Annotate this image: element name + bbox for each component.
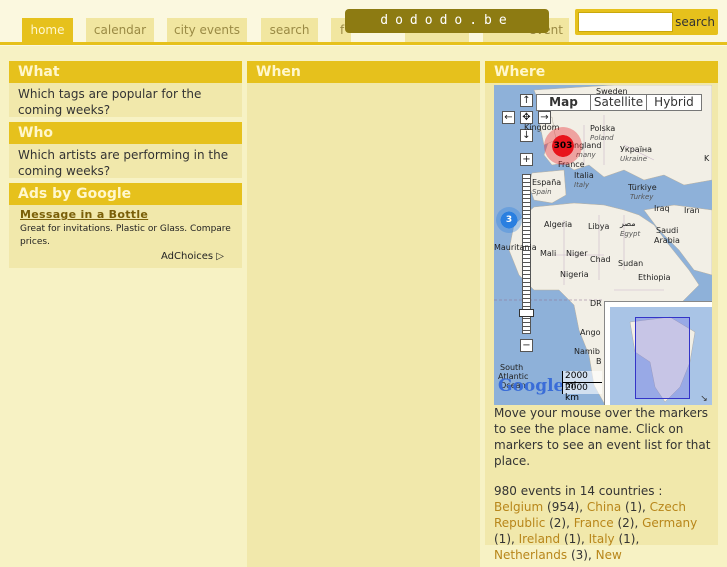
country-summary: 980 events in 14 countries : Belgium (95… bbox=[494, 483, 712, 563]
search-input[interactable] bbox=[578, 12, 673, 32]
map-label: Turkey bbox=[630, 193, 654, 201]
map-label: Iran bbox=[684, 206, 700, 215]
country-link-new[interactable]: New bbox=[596, 548, 622, 562]
left-column: What Which tags are popular for the comi… bbox=[9, 61, 242, 268]
map-label: مصر bbox=[620, 219, 636, 228]
map-label: Namib bbox=[574, 347, 600, 356]
zoom-out-icon[interactable]: − bbox=[520, 339, 533, 352]
map-label: Egypt bbox=[620, 230, 641, 238]
who-link[interactable]: Which artists are performing in the comi… bbox=[9, 144, 242, 178]
country-count: (3), bbox=[567, 548, 596, 562]
event-cluster-marker[interactable]: 303 bbox=[544, 127, 582, 165]
tab-home[interactable]: home bbox=[22, 18, 73, 43]
nav-underline bbox=[0, 42, 727, 45]
ad-text: Great for invitations. Plastic or Glass.… bbox=[20, 224, 231, 247]
zoom-slider-handle[interactable] bbox=[519, 309, 534, 317]
map-label: DR bbox=[590, 299, 602, 308]
google-logo: Google bbox=[498, 376, 565, 396]
maptype-hybrid-button[interactable]: Hybrid bbox=[646, 94, 702, 111]
adchoices-link[interactable]: AdChoices ▷ bbox=[161, 251, 224, 262]
country-count: (2), bbox=[613, 516, 643, 530]
map-label: Mauritania bbox=[494, 243, 537, 252]
country-count: (2), bbox=[545, 516, 574, 530]
site-logo[interactable]: dododo.be bbox=[345, 9, 549, 33]
ads-heading: Ads by Google bbox=[9, 183, 242, 205]
search-button[interactable]: search bbox=[674, 12, 716, 32]
scale-miles: 2000 mi bbox=[562, 371, 602, 391]
what-heading: What bbox=[9, 61, 242, 83]
map-label: Polska bbox=[590, 124, 616, 133]
country-link-ireland[interactable]: Ireland bbox=[519, 532, 561, 546]
country-count: (1), bbox=[560, 532, 589, 546]
map-label: Chad bbox=[590, 255, 611, 264]
tab-city-events[interactable]: city events bbox=[167, 18, 247, 43]
when-panel bbox=[247, 83, 480, 567]
where-description: Move your mouse over the markers to see … bbox=[494, 405, 712, 563]
map-label: Türkiye bbox=[628, 183, 657, 192]
map-label: Ukraine bbox=[620, 155, 648, 163]
scale-km: 2000 km bbox=[562, 383, 602, 403]
ad-block: Message in a Bottle Great for invitation… bbox=[9, 205, 242, 268]
overview-map[interactable] bbox=[604, 301, 712, 405]
map-scale: 2000 mi 2000 km bbox=[562, 371, 602, 403]
where-heading: Where bbox=[485, 61, 718, 83]
map-label: Saudi bbox=[656, 226, 679, 235]
overview-toggle-icon[interactable]: ↘ bbox=[698, 393, 710, 405]
map-label: B bbox=[596, 357, 602, 366]
map-label: Niger bbox=[566, 249, 588, 258]
map-label: Sweden bbox=[596, 87, 628, 96]
tab-calendar[interactable]: calendar bbox=[86, 18, 154, 43]
map-label: Algeria bbox=[544, 220, 573, 229]
country-count: (1), bbox=[621, 500, 650, 514]
map-label: Libya bbox=[588, 222, 610, 231]
map-label: K bbox=[704, 154, 710, 163]
map-label: Ango bbox=[580, 328, 601, 337]
map-label: Nigeria bbox=[560, 270, 589, 279]
country-link-italy[interactable]: Italy bbox=[589, 532, 615, 546]
overview-viewport-rect[interactable] bbox=[635, 317, 690, 399]
map-label: Mali bbox=[540, 249, 557, 258]
ad-title-link[interactable]: Message in a Bottle bbox=[20, 208, 231, 221]
country-count: (1), bbox=[494, 532, 519, 546]
maptype-map-button[interactable]: Map bbox=[536, 94, 591, 111]
map-label: Україна bbox=[620, 145, 653, 154]
country-link-germany[interactable]: Germany bbox=[642, 516, 697, 530]
overview-map-view bbox=[610, 307, 712, 405]
who-heading: Who bbox=[9, 122, 242, 144]
pan-up-icon[interactable]: ↑ bbox=[520, 94, 533, 107]
map-label: Italia bbox=[574, 171, 594, 180]
when-heading: When bbox=[247, 61, 480, 83]
what-link[interactable]: Which tags are popular for the coming we… bbox=[9, 83, 242, 117]
adchoices-icon: ▷ bbox=[216, 251, 224, 262]
map-hint: Move your mouse over the markers to see … bbox=[494, 406, 711, 468]
map-label: Iraq bbox=[654, 204, 670, 213]
tab-search[interactable]: search bbox=[261, 18, 318, 43]
summary-prefix: 980 events in 14 countries : bbox=[494, 484, 663, 498]
map-label: Ethiopia bbox=[638, 273, 671, 282]
event-cluster-marker[interactable]: 3 bbox=[496, 207, 522, 233]
maptype-satellite-button[interactable]: Satellite bbox=[590, 94, 647, 111]
country-link-belgium[interactable]: Belgium bbox=[494, 500, 543, 514]
pan-left-icon[interactable]: ← bbox=[502, 111, 515, 124]
map-label: Spain bbox=[532, 188, 552, 196]
adchoices-label: AdChoices bbox=[161, 251, 214, 262]
zoom-in-icon[interactable]: + bbox=[520, 153, 533, 166]
country-link-france[interactable]: France bbox=[574, 516, 614, 530]
map[interactable]: Map Satellite Hybrid ↑ ← ✥ → ↓ + − Swede… bbox=[494, 85, 712, 405]
country-count: (1), bbox=[614, 532, 640, 546]
map-label: Sudan bbox=[618, 259, 644, 268]
country-link-netherlands[interactable]: Netherlands bbox=[494, 548, 567, 562]
country-count: (954), bbox=[543, 500, 587, 514]
search-box: search bbox=[575, 9, 718, 35]
map-label: Arabia bbox=[654, 236, 680, 245]
map-label: España bbox=[532, 178, 562, 187]
map-label: Italy bbox=[574, 181, 590, 189]
map-label: South bbox=[500, 363, 524, 372]
country-link-china[interactable]: China bbox=[587, 500, 621, 514]
middle-column: When bbox=[247, 61, 480, 567]
